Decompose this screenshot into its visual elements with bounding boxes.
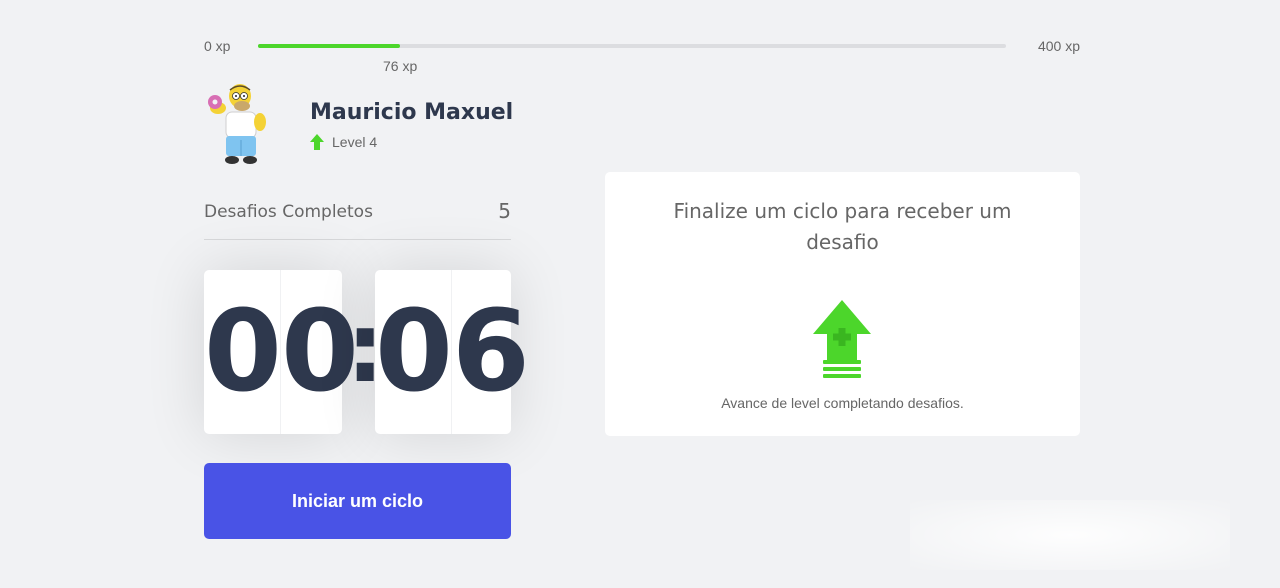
start-cycle-button[interactable]: Iniciar um ciclo	[204, 463, 511, 539]
seconds-digit-left: 0	[375, 270, 453, 434]
completed-challenges-label: Desafios Completos	[204, 202, 373, 222]
xp-track	[258, 44, 1006, 48]
seconds-box: 0 6	[375, 270, 530, 434]
minutes-box: 0 0	[204, 270, 359, 434]
xp-max-label: 400 xp	[1037, 38, 1080, 54]
blur-smudge	[910, 500, 1230, 570]
challenge-card-description: Avance de level completando desafios.	[721, 395, 964, 411]
user-level: Level 4	[310, 134, 377, 150]
arrow-up-icon	[310, 134, 324, 150]
profile: Mauricio Maxuel Level 4	[204, 82, 524, 170]
challenge-card: Finalize um ciclo para receber um desafi…	[605, 172, 1080, 436]
completed-challenges: Desafios Completos 5	[204, 196, 511, 240]
countdown-timer: 0 0 : 0 6	[204, 270, 530, 434]
completed-challenges-count: 5	[498, 199, 511, 223]
user-name: Mauricio Maxuel	[310, 100, 514, 125]
experience-bar: 0 xp 76 xp 400 xp	[204, 38, 1080, 74]
xp-min-label: 0 xp	[204, 38, 231, 54]
countdown-separator: :	[346, 292, 385, 404]
avatar	[208, 84, 266, 164]
level-label: Level 4	[332, 134, 378, 150]
xp-progress-fill	[258, 44, 401, 48]
minutes-digit-left: 0	[204, 270, 282, 434]
level-up-icon	[813, 300, 871, 378]
seconds-digit-right: 6	[451, 287, 530, 417]
challenge-card-title: Finalize um ciclo para receber um desafi…	[673, 199, 1012, 254]
xp-current-label: 76 xp	[382, 58, 418, 74]
